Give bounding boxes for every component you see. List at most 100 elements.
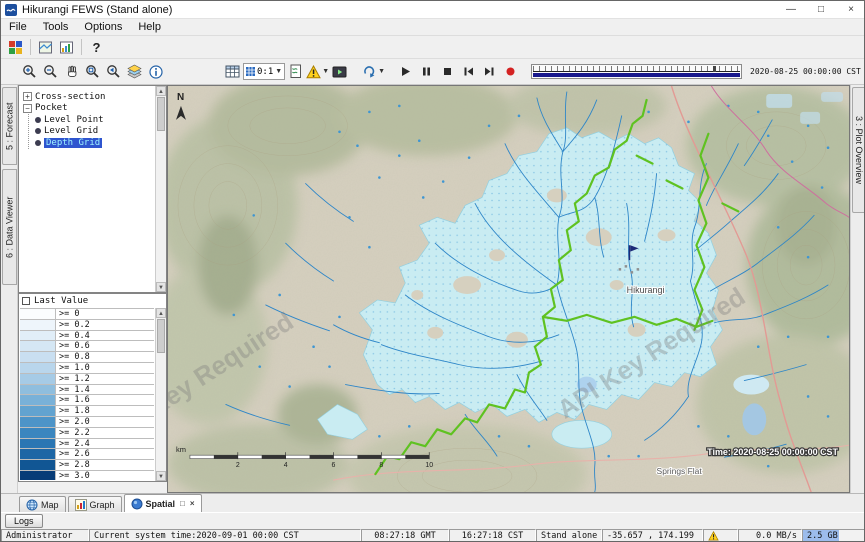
- collapse-icon[interactable]: −: [23, 104, 32, 113]
- map-panel[interactable]: API Key Required API Key Required Hikura…: [167, 85, 850, 493]
- map-document-icon: [38, 40, 53, 55]
- tree-item-cross-section[interactable]: + Cross-section: [23, 91, 154, 103]
- tab-data-viewer[interactable]: 6 : Data Viewer: [2, 169, 17, 285]
- legend-row-label: >= 2.4: [56, 439, 90, 449]
- stop-icon: [442, 66, 453, 77]
- layers-button[interactable]: [124, 62, 145, 82]
- legend-row-label: >= 0.8: [56, 352, 90, 362]
- scale-tick-label: 10: [425, 462, 433, 469]
- play-button[interactable]: [395, 62, 416, 82]
- scroll-down-icon[interactable]: ▼: [156, 282, 166, 292]
- pan-button[interactable]: [61, 62, 82, 82]
- last-value-checkbox[interactable]: [22, 297, 30, 305]
- info-icon: [149, 65, 163, 79]
- node-bullet-icon: [35, 140, 41, 146]
- tab-map[interactable]: Map: [19, 496, 66, 512]
- scroll-thumb[interactable]: [157, 319, 165, 353]
- warnings-dropdown[interactable]: ▼: [306, 65, 329, 79]
- legend-row-label: >= 2.0: [56, 417, 90, 427]
- legend-color-swatch: [20, 363, 56, 373]
- legend-color-swatch: [20, 439, 56, 449]
- status-throughput: 0.0 MB/s: [738, 529, 802, 542]
- legend-color-swatch: [20, 385, 56, 395]
- time-slider-axis: [533, 71, 740, 72]
- grid-display-button[interactable]: [222, 62, 243, 82]
- close-tab-icon[interactable]: ×: [190, 499, 195, 508]
- logs-button[interactable]: Logs: [5, 514, 43, 528]
- status-local-time: 16:27:18 CST: [449, 529, 536, 542]
- zoom-out-button[interactable]: [40, 62, 61, 82]
- expand-icon[interactable]: +: [23, 92, 32, 101]
- tab-graph[interactable]: Graph: [68, 496, 122, 512]
- step-back-button[interactable]: [458, 62, 479, 82]
- scroll-down-icon[interactable]: ▼: [156, 471, 166, 481]
- info-button[interactable]: [145, 62, 166, 82]
- layers-icon: [127, 64, 142, 79]
- tree-item-pocket[interactable]: − Pocket: [23, 103, 154, 115]
- status-bar: Administrator Current system time:2020-0…: [1, 529, 865, 542]
- profile-document-icon: [289, 64, 303, 79]
- legend-color-swatch: [20, 471, 56, 480]
- legend-row: >= 0.6: [20, 340, 154, 351]
- maximize-button[interactable]: □: [806, 1, 836, 19]
- help-button[interactable]: ?: [86, 37, 107, 57]
- record-button[interactable]: [500, 62, 521, 82]
- tree-item-level-point[interactable]: Level Point: [35, 114, 154, 126]
- zoom-previous-button[interactable]: [103, 62, 124, 82]
- status-system-time: Current system time:2020-09-01 00:00 CST: [89, 529, 361, 542]
- pause-button[interactable]: [416, 62, 437, 82]
- legend-row: >= 1.6: [20, 394, 154, 405]
- minimize-button[interactable]: —: [776, 1, 806, 19]
- undock-tab-icon[interactable]: □: [180, 499, 185, 508]
- close-button[interactable]: ×: [836, 1, 865, 19]
- scale-tick-label: 6: [332, 462, 336, 469]
- stop-button[interactable]: [437, 62, 458, 82]
- legend-row: >= 2.0: [20, 416, 154, 427]
- map-time-label: Time: 2020-08-25 00:00:00 CST: [707, 447, 838, 457]
- app-window: Hikurangi FEWS (Stand alone) — □ × File …: [0, 0, 865, 542]
- menu-options[interactable]: Options: [76, 20, 130, 34]
- zoom-extent-button[interactable]: [82, 62, 103, 82]
- time-slider[interactable]: [531, 64, 742, 79]
- map-canvas[interactable]: API Key Required API Key Required Hikura…: [168, 86, 849, 492]
- zoom-in-button[interactable]: [19, 62, 40, 82]
- map-display-button[interactable]: [35, 37, 56, 57]
- legend-row: >= 1.8: [20, 405, 154, 416]
- status-coordinates: -35.657 , 174.199: [602, 529, 703, 542]
- chart-display-button[interactable]: [56, 37, 77, 57]
- scroll-up-icon[interactable]: ▲: [156, 86, 166, 96]
- scroll-thumb[interactable]: [157, 97, 165, 131]
- tree-scrollbar[interactable]: ▲ ▼: [155, 86, 166, 292]
- tab-forecast[interactable]: 5 : Forecast: [2, 87, 17, 165]
- zoom-in-icon: [22, 64, 37, 79]
- menu-tools[interactable]: Tools: [35, 20, 77, 34]
- export-animation-dropdown[interactable]: ▼: [362, 64, 385, 79]
- status-warning[interactable]: [703, 529, 738, 542]
- legend-header: Last Value: [19, 294, 166, 307]
- tree-item-depth-grid[interactable]: Depth Grid: [35, 137, 154, 149]
- tree-item-level-grid[interactable]: Level Grid: [35, 126, 154, 138]
- menu-file[interactable]: File: [1, 20, 35, 34]
- layers-tree: + Cross-section − Pocket Level Point Lev…: [20, 87, 154, 291]
- tree-item-label: Cross-section: [35, 92, 105, 102]
- legend-color-swatch: [20, 449, 56, 459]
- scale-tick-label: 4: [284, 462, 288, 469]
- step-forward-button[interactable]: [479, 62, 500, 82]
- status-mode: Stand alone: [536, 529, 602, 542]
- explorer-button[interactable]: [5, 37, 26, 57]
- tab-plot-overview[interactable]: 3 : Plot Overview: [852, 87, 865, 213]
- profile-button[interactable]: [285, 62, 306, 82]
- zoom-out-icon: [43, 64, 58, 79]
- right-tab-strip: 3 : Plot Overview: [850, 85, 865, 493]
- legend-scrollbar[interactable]: ▲ ▼: [155, 308, 166, 481]
- time-slider-marker[interactable]: [713, 66, 716, 72]
- tree-children: Level Point Level Grid Depth Grid: [28, 114, 154, 149]
- tab-spatial[interactable]: Spatial □ ×: [124, 494, 202, 512]
- legend-color-swatch: [20, 331, 56, 341]
- animation-display-button[interactable]: [329, 62, 350, 82]
- layer-select-combo[interactable]: 0:1 ▼: [243, 63, 285, 80]
- scroll-up-icon[interactable]: ▲: [156, 308, 166, 318]
- menu-help[interactable]: Help: [130, 20, 169, 34]
- legend-row-label: >= 0.2: [56, 320, 90, 330]
- legend-color-swatch: [20, 309, 56, 319]
